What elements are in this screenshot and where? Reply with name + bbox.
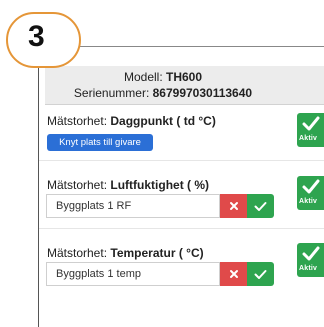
sensor-name: Temperatur ( °C) — [110, 246, 204, 260]
divider — [39, 228, 324, 229]
link-location-button[interactable]: Knyt plats till givare — [47, 134, 153, 151]
x-icon — [229, 270, 238, 278]
sensor-name: Luftfuktighet ( %) — [110, 178, 210, 192]
location-input[interactable]: Byggplats 1 temp — [46, 262, 220, 286]
sensor-prefix: Mätstorhet: — [47, 246, 108, 260]
serial-value: 867997030113640 — [152, 86, 253, 100]
model-line: Modell: TH600 — [45, 70, 281, 84]
step-badge: 3 — [6, 12, 81, 68]
status-text: Aktiv — [299, 135, 318, 142]
sensor-label-temperature: Mätstorhet: Temperatur ( °C) — [47, 246, 204, 260]
remove-button[interactable] — [220, 262, 247, 286]
model-label: Modell: — [123, 70, 163, 84]
confirm-button[interactable] — [247, 262, 274, 286]
status-text: Aktiv — [299, 198, 318, 205]
x-icon — [229, 202, 238, 210]
serial-line: Serienummer: 867997030113640 — [45, 86, 281, 100]
sensor-prefix: Mätstorhet: — [47, 114, 108, 128]
divider — [39, 160, 324, 161]
confirm-button[interactable] — [247, 194, 274, 218]
check-icon — [254, 269, 267, 279]
sensor-label-dewpoint: Mätstorhet: Daggpunkt ( td °C) — [47, 114, 216, 128]
check-icon — [302, 246, 320, 261]
sensor-name: Daggpunkt ( td °C) — [110, 114, 216, 128]
serial-label: Serienummer: — [73, 86, 150, 100]
model-value: TH600 — [166, 70, 203, 84]
remove-button[interactable] — [220, 194, 247, 218]
step-number: 3 — [28, 20, 45, 53]
check-icon — [302, 116, 320, 131]
status-badge: Aktiv — [297, 243, 324, 277]
check-icon — [254, 201, 267, 211]
status-text: Aktiv — [299, 265, 318, 272]
check-icon — [302, 179, 320, 194]
status-badge: Aktiv — [297, 113, 324, 147]
location-input[interactable]: Byggplats 1 RF — [46, 194, 220, 218]
sensor-label-humidity: Mätstorhet: Luftfuktighet ( %) — [47, 178, 209, 192]
status-badge: Aktiv — [297, 176, 324, 210]
device-header: Modell: TH600 Serienummer: 8679970301136… — [45, 66, 324, 105]
sensor-prefix: Mätstorhet: — [47, 178, 108, 192]
